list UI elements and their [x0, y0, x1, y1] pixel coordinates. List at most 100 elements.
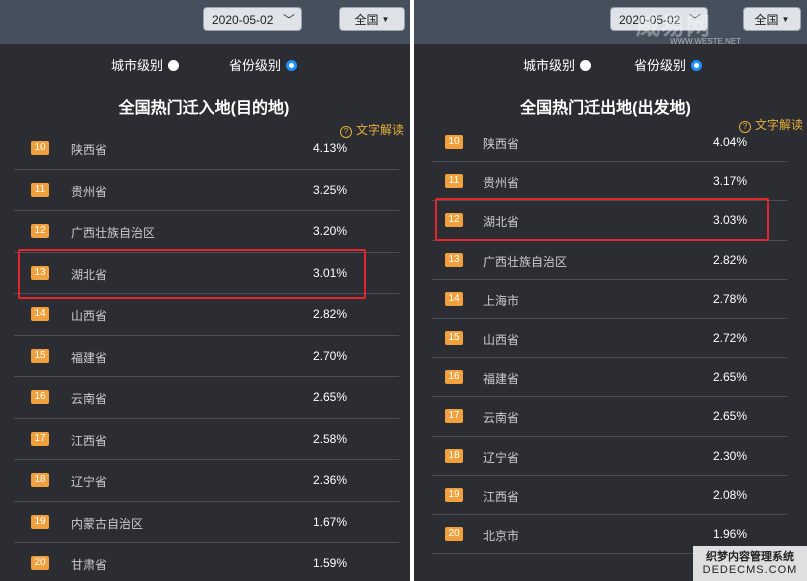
province-name: 山西省 [483, 333, 520, 347]
ranking-row: 15 山西省 2.72% [432, 319, 787, 359]
scope-dropdown[interactable]: 全国 ▼ [339, 7, 405, 31]
city-level-option[interactable]: 城市级别 [111, 58, 180, 74]
city-level-option[interactable]: 城市级别 [523, 58, 592, 74]
ranking-row: 16 福建省 2.65% [432, 358, 787, 398]
percentage-value: 3.17% [713, 174, 748, 189]
site-logo-watermark: 威易网 WWW.WESTE.NET [636, 6, 802, 46]
radio-selected-icon[interactable] [691, 60, 703, 71]
percentage-value: 4.13% [313, 141, 348, 155]
percentage-value: 3.25% [313, 182, 348, 197]
highlight-box [435, 198, 769, 241]
ranking-row: 17 云南省 2.65% [432, 397, 787, 437]
province-name: 福建省 [71, 350, 108, 365]
highlight-box [18, 249, 366, 299]
percentage-value: 1.59% [313, 556, 348, 570]
province-name: 甘肃省 [71, 558, 108, 572]
city-level-label: 城市级别 [523, 58, 576, 73]
rank-badge: 10 [31, 141, 49, 155]
percentage-value: 2.58% [313, 431, 348, 446]
province-level-option[interactable]: 省份级别 [229, 58, 298, 74]
percentage-value: 2.08% [713, 487, 748, 502]
province-level-label: 省份级别 [229, 58, 282, 73]
ranking-row: 18 辽宁省 2.36% [14, 460, 399, 502]
percentage-value: 4.04% [713, 135, 748, 149]
ranking-row: 11 贵州省 3.17% [432, 162, 787, 202]
ranking-row: 11 贵州省 3.25% [14, 170, 399, 211]
radio-unselected-icon[interactable] [168, 60, 180, 71]
ranking-row: 20 甘肃省 1.59% [14, 543, 399, 581]
outflow-panel: 2020-05-02 ﹀ 全国 ▼ 城市级别 省份级别 全国热门迁出地(出发地) … [414, 0, 807, 581]
province-level-label: 省份级别 [634, 58, 687, 73]
province-name: 江西省 [483, 489, 520, 504]
ranking-row: 14 上海市 2.78% [432, 280, 787, 319]
ranking-row: 18 辽宁省 2.30% [432, 437, 787, 476]
percentage-value: 2.65% [713, 409, 748, 424]
province-name: 北京市 [483, 529, 520, 543]
province-name: 内蒙古自治区 [71, 516, 144, 531]
rank-badge: 17 [445, 409, 463, 424]
rank-badge: 15 [31, 348, 49, 363]
footer-watermark: 织梦内容管理系统 DEDECMS.COM [693, 546, 807, 581]
percentage-value: 2.70% [313, 348, 348, 363]
logo-text: 威易网 [636, 13, 711, 40]
percentage-value: 2.65% [313, 390, 348, 404]
province-name: 陕西省 [71, 143, 108, 157]
inflow-panel: 2020-05-02 ﹀ 全国 ▼ 城市级别 省份级别 全国热门迁入地(目的地) … [0, 0, 410, 581]
city-level-label: 城市级别 [111, 58, 164, 73]
caret-down-icon: ▼ [381, 15, 390, 24]
radio-selected-icon[interactable] [286, 60, 298, 71]
rank-badge: 13 [445, 252, 463, 267]
province-name: 广西壮族自治区 [71, 226, 156, 240]
scope-value: 全国 [354, 13, 379, 27]
province-name: 贵州省 [483, 176, 520, 191]
rank-badge: 18 [31, 473, 49, 487]
ranking-row: 17 江西省 2.58% [14, 419, 399, 460]
ranking-row: 19 江西省 2.08% [432, 476, 787, 515]
province-name: 山西省 [71, 309, 108, 323]
footer-line1: 织梦内容管理系统 [706, 551, 794, 563]
rank-badge: 14 [445, 291, 463, 306]
province-level-option[interactable]: 省份级别 [634, 58, 703, 74]
date-select[interactable]: 2020-05-02 ﹀ [203, 7, 302, 31]
rank-badge: 19 [445, 487, 463, 502]
percentage-value: 1.96% [713, 527, 748, 541]
logo-url: WWW.WESTE.NET [670, 37, 742, 46]
province-name: 云南省 [483, 411, 520, 426]
percentage-value: 2.30% [713, 448, 748, 463]
province-name: 辽宁省 [71, 475, 108, 489]
percentage-value: 2.65% [713, 370, 748, 385]
ranking-row: 19 内蒙古自治区 1.67% [14, 502, 399, 543]
percentage-value: 2.72% [713, 331, 748, 345]
ranking-row: 12 广西壮族自治区 3.20% [14, 211, 399, 253]
ranking-row: 10 陕西省 4.13% [14, 128, 399, 170]
rank-badge: 11 [31, 182, 49, 197]
footer-line2: DEDECMS.COM [702, 564, 798, 576]
province-name: 陕西省 [483, 137, 520, 151]
province-name: 广西壮族自治区 [483, 254, 568, 269]
rank-badge: 16 [31, 390, 49, 404]
province-name: 辽宁省 [483, 450, 520, 465]
province-name: 上海市 [483, 293, 520, 308]
percentage-value: 2.78% [713, 291, 748, 306]
rank-badge: 11 [445, 174, 463, 189]
province-name: 贵州省 [71, 184, 108, 199]
ranking-row: 10 陕西省 4.04% [432, 123, 787, 163]
rank-badge: 17 [31, 431, 49, 446]
ranking-row: 13 广西壮族自治区 2.82% [432, 241, 787, 280]
top-toolbar: 2020-05-02 ﹀ 全国 ▼ [0, 0, 410, 44]
date-value: 2020-05-02 [212, 13, 274, 27]
rank-badge: 20 [445, 527, 463, 541]
percentage-value: 3.20% [313, 224, 348, 238]
rank-badge: 18 [445, 448, 463, 463]
rank-badge: 15 [445, 331, 463, 345]
rank-badge: 16 [445, 370, 463, 385]
chevron-down-icon: ﹀ [282, 13, 295, 27]
province-name: 福建省 [483, 372, 520, 387]
rank-badge: 14 [31, 307, 49, 321]
rank-badge: 10 [445, 135, 463, 149]
percentage-value: 2.82% [313, 307, 348, 321]
ranking-row: 14 山西省 2.82% [14, 294, 399, 336]
percentage-value: 2.82% [713, 252, 748, 267]
radio-unselected-icon[interactable] [580, 60, 592, 71]
ranking-row: 15 福建省 2.70% [14, 336, 399, 377]
